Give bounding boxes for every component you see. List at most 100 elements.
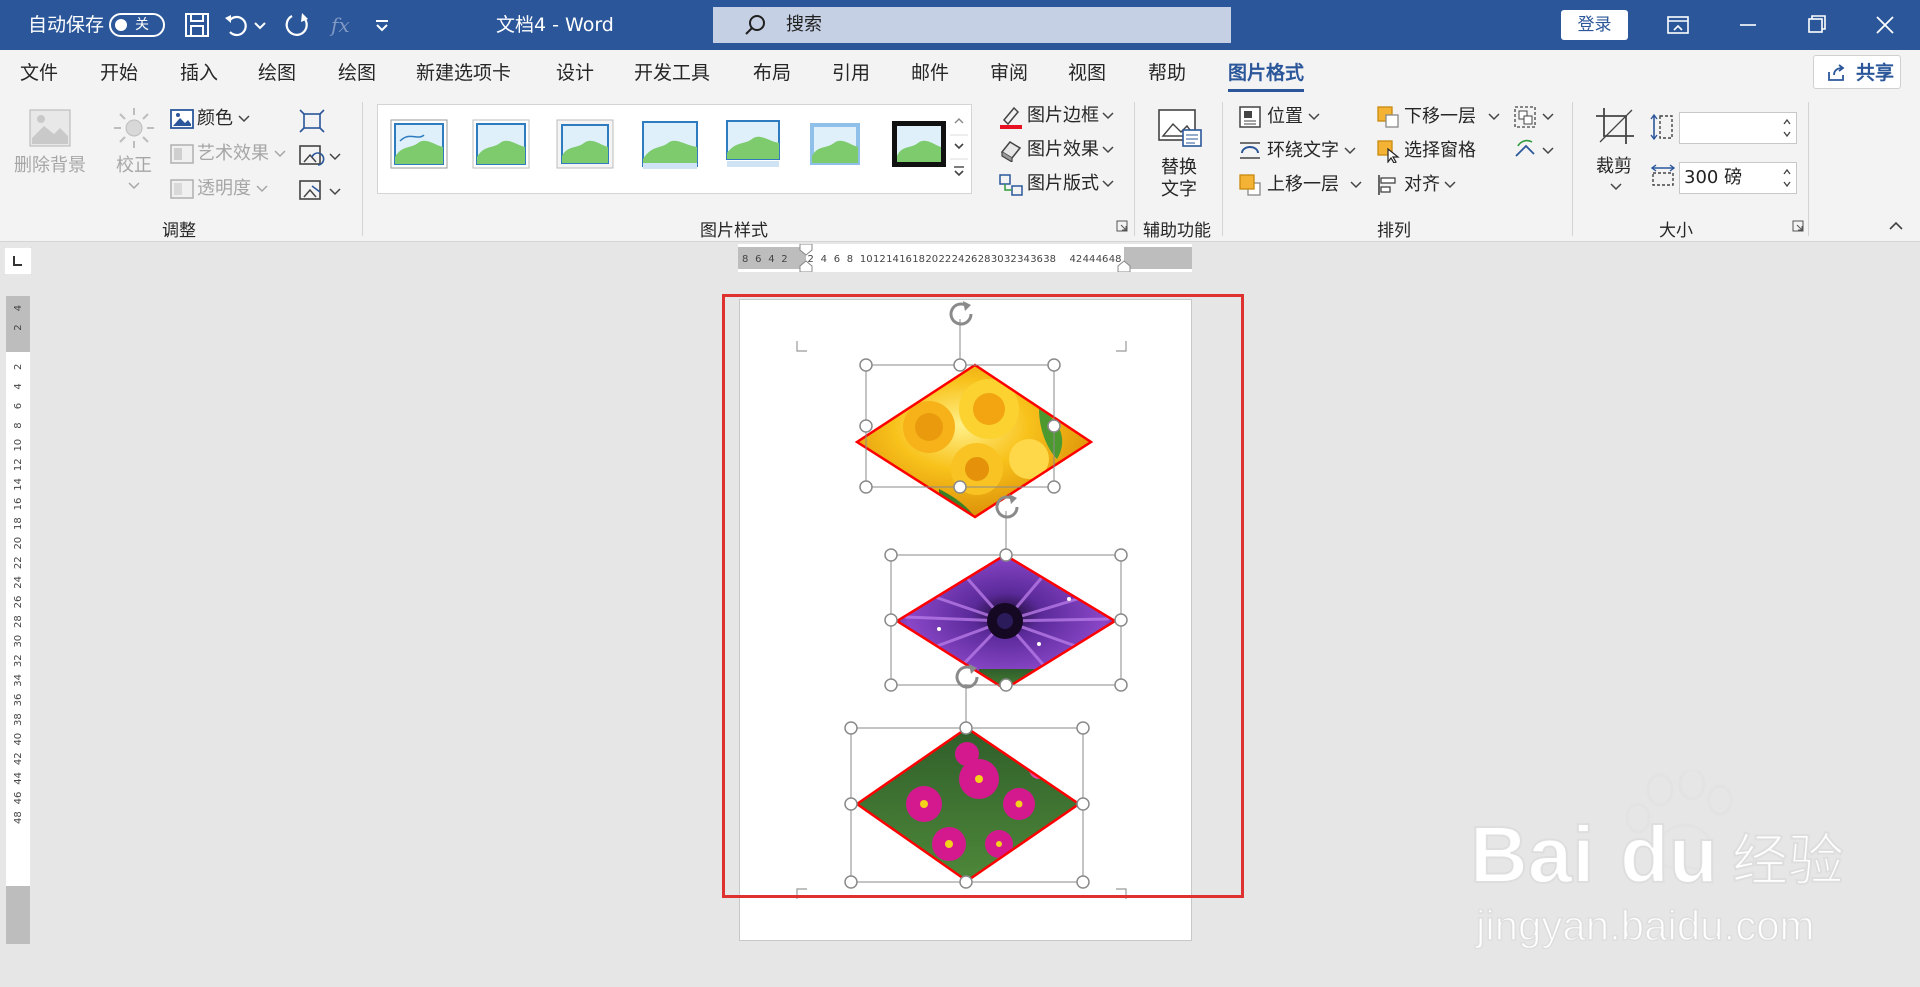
collapse-ribbon-icon[interactable] — [1888, 220, 1904, 232]
color-icon[interactable] — [170, 108, 194, 130]
align-label[interactable]: 对齐 — [1404, 174, 1440, 196]
search-box[interactable]: 搜索 — [713, 7, 1231, 43]
login-button[interactable]: 登录 — [1561, 10, 1628, 40]
picture-effects-icon[interactable] — [998, 138, 1024, 162]
menu-tabs: 文件 开始 插入 绘图 绘图 新建选项卡 设计 开发工具 布局 引用 邮件 审阅… — [0, 50, 1920, 96]
redo-icon[interactable] — [282, 10, 312, 40]
width-input[interactable]: 300 磅 — [1679, 162, 1797, 194]
picture-effects-dropdown-icon[interactable] — [1102, 145, 1114, 155]
picture-layout-icon[interactable] — [998, 172, 1024, 198]
ribbon-display-options-icon[interactable] — [1648, 0, 1708, 50]
color-dropdown-icon[interactable] — [238, 114, 250, 124]
selection-pane-label[interactable]: 选择窗格 — [1404, 140, 1476, 162]
ruler-tick-label: 48 — [13, 811, 24, 824]
ruler-tick-label: 36 — [1030, 254, 1043, 265]
picture-layout-dropdown-icon[interactable] — [1102, 179, 1114, 189]
artistic-effects-dropdown-icon[interactable] — [274, 149, 286, 159]
send-backward-label[interactable]: 下移一层 — [1404, 106, 1476, 128]
style-thumbnail[interactable] — [890, 119, 948, 169]
tab-design[interactable]: 设计 — [556, 50, 594, 96]
gallery-scroll-icon[interactable] — [950, 109, 968, 187]
customize-qat-icon[interactable] — [370, 10, 394, 40]
wrap-text-label[interactable]: 环绕文字 — [1267, 140, 1339, 162]
tab-references[interactable]: 引用 — [832, 50, 870, 96]
picture-border-label[interactable]: 图片边框 — [1027, 105, 1099, 127]
wrap-text-dropdown-icon[interactable] — [1344, 146, 1356, 156]
crop-dropdown-icon[interactable] — [1610, 182, 1622, 192]
tab-draw[interactable]: 绘图 — [258, 50, 296, 96]
group-divider — [1134, 102, 1135, 236]
crop-icon[interactable] — [1594, 106, 1636, 146]
selection-pane-icon[interactable] — [1376, 139, 1400, 163]
style-thumbnail[interactable] — [556, 119, 614, 169]
save-icon[interactable] — [182, 10, 212, 40]
style-thumbnail[interactable] — [390, 119, 448, 169]
position-icon[interactable] — [1238, 105, 1262, 129]
undo-dropdown-icon[interactable] — [252, 10, 268, 40]
style-thumbnail[interactable] — [806, 119, 864, 169]
minimize-icon[interactable] — [1718, 0, 1778, 50]
tab-draw-2[interactable]: 绘图 — [338, 50, 376, 96]
close-icon[interactable] — [1855, 0, 1915, 50]
align-dropdown-icon[interactable] — [1444, 180, 1456, 190]
undo-icon[interactable] — [222, 10, 252, 40]
ruler-tick-label: 12 — [13, 458, 24, 471]
tab-picture-format[interactable]: 图片格式 — [1228, 50, 1305, 96]
remove-background-icon[interactable] — [28, 108, 72, 148]
horizontal-ruler[interactable]: 8 6 4 2 2 4 6 8 10 12 14 16 18 20 22 24 26 28 30 32 34 36 38 42… — [738, 243, 1192, 273]
tab-file[interactable]: 文件 — [20, 50, 58, 96]
group-objects-icon[interactable] — [1512, 104, 1556, 130]
tab-view[interactable]: 视图 — [1068, 50, 1106, 96]
tab-home[interactable]: 开始 — [100, 50, 138, 96]
share-button[interactable]: 共享 — [1813, 55, 1901, 89]
tab-help[interactable]: 帮助 — [1148, 50, 1186, 96]
transparency-dropdown-icon[interactable] — [256, 184, 268, 194]
ruler-tick-label: 14 — [13, 478, 24, 491]
align-icon[interactable] — [1376, 173, 1400, 197]
wrap-text-icon[interactable] — [1238, 139, 1262, 163]
picture-border-icon[interactable] — [998, 104, 1024, 130]
corrections-icon[interactable] — [112, 106, 156, 150]
autosave-toggle[interactable]: 关 — [109, 13, 165, 37]
change-picture-icon[interactable] — [298, 143, 342, 169]
compress-pictures-icon[interactable] — [298, 108, 326, 134]
rotate-icon[interactable] — [1512, 138, 1556, 164]
vertical-ruler[interactable]: 4 2 2 4 6 8 10 12 14 16 18 20 22 24 26 28 30 32 34 36 38 40 42… — [6, 296, 30, 944]
color-label[interactable]: 颜色 — [197, 108, 233, 130]
style-thumbnail[interactable] — [640, 119, 698, 169]
transparency-icon[interactable] — [170, 178, 194, 200]
size-launcher-icon[interactable] — [1792, 220, 1804, 232]
send-backward-icon[interactable] — [1376, 105, 1400, 129]
style-thumbnail[interactable] — [724, 119, 782, 169]
bring-forward-dropdown-icon[interactable] — [1350, 180, 1362, 190]
share-label: 共享 — [1856, 62, 1895, 84]
ruler-tick-label: 18 — [13, 517, 24, 530]
tab-insert[interactable]: 插入 — [180, 50, 218, 96]
bring-forward-label[interactable]: 上移一层 — [1267, 174, 1339, 196]
tab-selector-icon[interactable] — [4, 247, 32, 275]
height-input[interactable] — [1679, 112, 1797, 144]
artistic-effects-icon[interactable] — [170, 143, 194, 165]
picture-border-dropdown-icon[interactable] — [1102, 111, 1114, 121]
tab-developer[interactable]: 开发工具 — [634, 50, 710, 96]
ruler-tick-label: 6 — [834, 254, 840, 265]
picture-styles-launcher-icon[interactable] — [1116, 220, 1128, 232]
picture-layout-label[interactable]: 图片版式 — [1027, 173, 1099, 195]
tab-mailings[interactable]: 邮件 — [911, 50, 949, 96]
picture-styles-gallery[interactable] — [377, 104, 972, 194]
tab-new-tab[interactable]: 新建选项卡 — [416, 50, 511, 96]
corrections-dropdown-icon[interactable] — [128, 181, 140, 191]
tab-review[interactable]: 审阅 — [990, 50, 1028, 96]
send-backward-dropdown-icon[interactable] — [1488, 112, 1500, 122]
position-dropdown-icon[interactable] — [1308, 112, 1320, 122]
position-label[interactable]: 位置 — [1267, 106, 1303, 128]
tab-layout[interactable]: 布局 — [753, 50, 791, 96]
alt-text-icon[interactable] — [1157, 108, 1203, 148]
bring-forward-icon[interactable] — [1238, 173, 1262, 197]
restore-icon[interactable] — [1786, 0, 1846, 50]
height-spinner-icon[interactable] — [1782, 116, 1792, 140]
picture-effects-label[interactable]: 图片效果 — [1027, 139, 1099, 161]
width-spinner-icon[interactable] — [1782, 166, 1792, 190]
style-thumbnail[interactable] — [472, 119, 530, 169]
reset-picture-icon[interactable] — [298, 178, 342, 204]
